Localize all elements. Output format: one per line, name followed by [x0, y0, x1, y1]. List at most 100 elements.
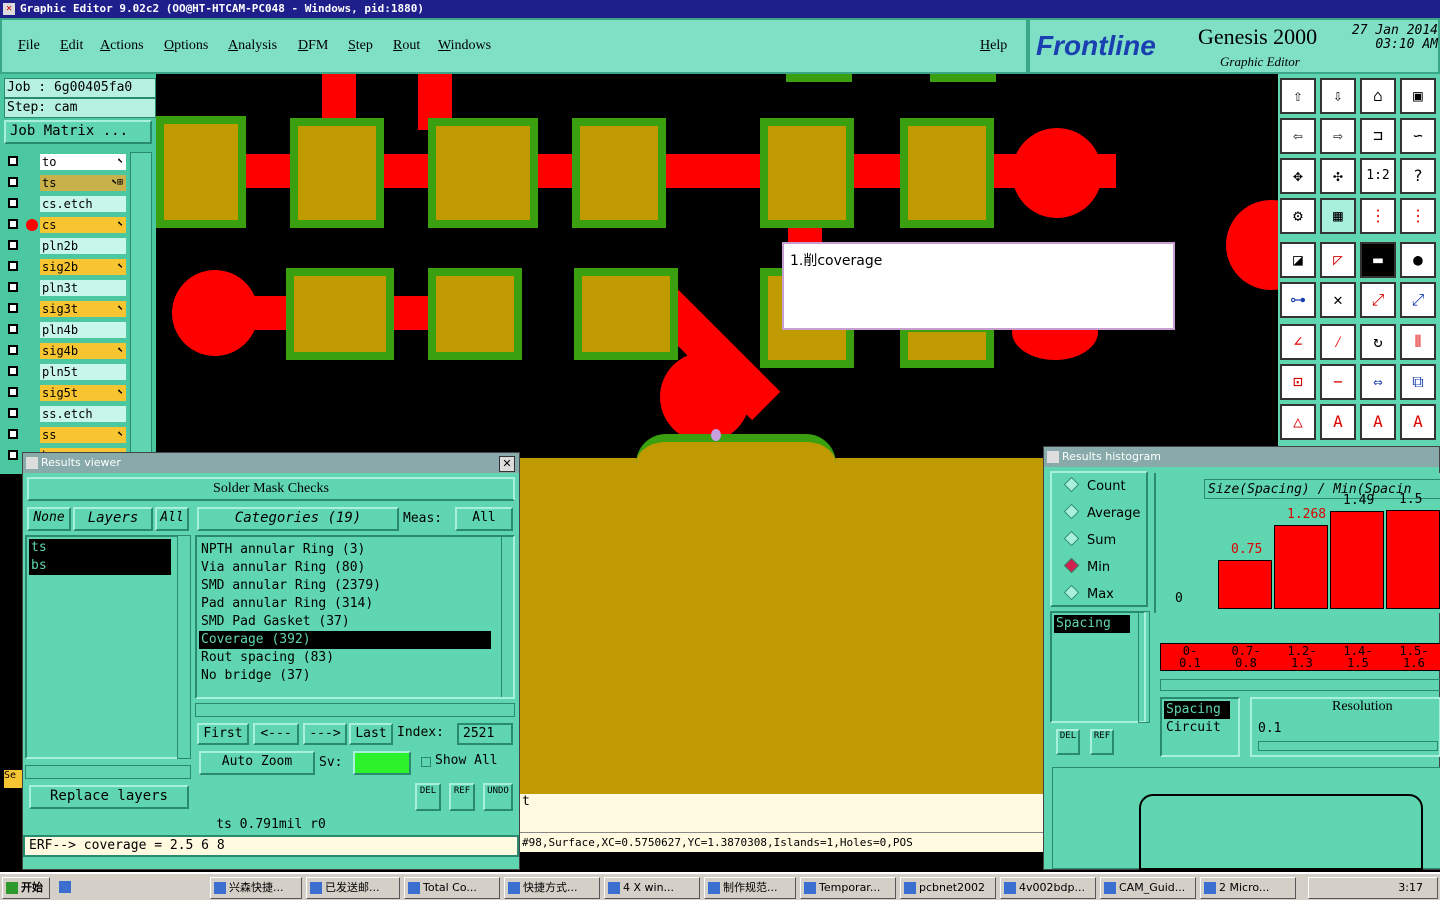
layer-checkbox[interactable]	[8, 345, 18, 355]
menu-windows[interactable]: Windows	[438, 38, 491, 54]
layers-button[interactable]: Layers	[73, 507, 153, 531]
layer-name[interactable]: sig5t ⬉	[40, 385, 126, 401]
list-item[interactable]: ts	[29, 539, 171, 557]
layer-name[interactable]: cs ⬉	[40, 217, 126, 233]
layer-row-cs-etch[interactable]: cs.etch	[6, 196, 126, 212]
taskbar-item[interactable]: Total Co...	[404, 877, 500, 899]
split-icon[interactable]: ⫴	[1400, 324, 1436, 360]
layer-row-ss[interactable]: ss ⬉	[6, 427, 126, 443]
auto-zoom-select[interactable]: Auto Zoom	[199, 751, 315, 775]
pad-icon[interactable]: ◪	[1280, 242, 1316, 278]
help-icon[interactable]: ?	[1400, 158, 1436, 194]
undo-button[interactable]: UNDO	[483, 783, 513, 811]
layer-checkbox[interactable]	[8, 303, 18, 313]
histogram-bar[interactable]	[1274, 525, 1328, 609]
category-item[interactable]: No bridge (37)	[199, 667, 491, 685]
layer-checkbox[interactable]	[8, 240, 18, 250]
pan-left-icon[interactable]: ⇦	[1280, 118, 1316, 154]
taskbar-item[interactable]: 已发送邮...	[306, 877, 400, 899]
sv-color-select[interactable]	[353, 751, 411, 775]
group-icon[interactable]: ⧉	[1400, 364, 1436, 400]
grid-icon[interactable]: ▦	[1320, 198, 1356, 234]
layer-checkbox[interactable]	[8, 219, 18, 229]
category-hscroll[interactable]	[195, 703, 515, 717]
layer-row-sig3t[interactable]: sig3t ⬉	[6, 301, 126, 317]
layer-checkbox[interactable]	[8, 282, 18, 292]
route-icon[interactable]: ⤢	[1360, 282, 1396, 318]
taskbar-item[interactable]: 4v002bdp...	[1000, 877, 1096, 899]
ref-button[interactable]: REF	[449, 783, 475, 811]
connect-icon[interactable]: ⊶	[1280, 282, 1316, 318]
layer-row-sig2b[interactable]: sig2b ⬉	[6, 259, 126, 275]
mode-radio-max[interactable]: Max	[1063, 584, 1114, 602]
layer-name[interactable]: cs.etch	[40, 196, 126, 212]
del-button[interactable]: DEL	[415, 783, 441, 811]
arc-icon[interactable]: ↻	[1360, 324, 1396, 360]
cross-icon[interactable]: ✕	[1320, 282, 1356, 318]
angle-icon[interactable]: ∠	[1280, 324, 1316, 360]
layer-row-sig5t[interactable]: sig5t ⬉	[6, 385, 126, 401]
histogram-bar[interactable]	[1386, 510, 1440, 609]
layer-list-scrollbar[interactable]	[177, 535, 191, 759]
categories-button[interactable]: Categories (19)	[197, 507, 399, 531]
taskbar-item[interactable]: 4 X win...	[604, 877, 700, 899]
layer-name[interactable]: sig3t ⬉	[40, 301, 126, 317]
layer-checkbox[interactable]	[8, 408, 18, 418]
menu-rout[interactable]: Rout	[393, 38, 420, 54]
category-item[interactable]: Rout spacing (83)	[199, 649, 491, 667]
category-item[interactable]: NPTH annular Ring (3)	[199, 541, 491, 559]
layer-row-pln2b[interactable]: pln2b	[6, 238, 126, 254]
resize-icon[interactable]: ⇔	[1360, 364, 1396, 400]
layer-name[interactable]: sig2b ⬉	[40, 259, 126, 275]
meas-select[interactable]: All	[455, 507, 513, 531]
layer-name[interactable]: pln3t	[40, 280, 126, 296]
resolution-slider[interactable]	[1258, 741, 1438, 751]
measure2-icon[interactable]: ⋮	[1400, 198, 1436, 234]
menu-edit[interactable]: Edit	[60, 38, 83, 54]
snap-icon[interactable]: ⚙	[1280, 198, 1316, 234]
layer-name[interactable]: pln2b	[40, 238, 126, 254]
line-icon[interactable]: ◸	[1320, 242, 1356, 278]
layer-checkbox[interactable]	[8, 324, 18, 334]
layer-name[interactable]: ss ⬉	[40, 427, 126, 443]
layer-row-ts[interactable]: ts ⬉⊞	[6, 175, 126, 191]
layer-checkbox[interactable]	[8, 198, 18, 208]
menu-dfm[interactable]: DFM	[298, 38, 328, 54]
taskbar-item[interactable]: 快捷方式...	[504, 877, 600, 899]
next-button[interactable]: --->	[303, 723, 347, 745]
category-item[interactable]: Pad annular Ring (314)	[199, 595, 491, 613]
error-marker[interactable]	[711, 429, 721, 441]
list-item[interactable]: Circuit	[1164, 719, 1230, 737]
prev-button[interactable]: <---	[253, 723, 299, 745]
layer-name[interactable]: sig4b ⬉	[40, 343, 126, 359]
rotate-icon[interactable]: ∽	[1400, 118, 1436, 154]
quick-launch[interactable]	[56, 877, 206, 899]
layer-scrollbar[interactable]	[130, 152, 152, 472]
category-item[interactable]: Via annular Ring (80)	[199, 559, 491, 577]
dash-icon[interactable]: −	[1320, 364, 1356, 400]
layer-row-to[interactable]: to ⬉	[6, 154, 126, 170]
surface-icon[interactable]: ▬	[1360, 242, 1396, 278]
layer-row-pln5t[interactable]: pln5t	[6, 364, 126, 380]
layer-checkbox[interactable]	[8, 450, 18, 460]
category-item[interactable]: SMD annular Ring (2379)	[199, 577, 491, 595]
layer-name[interactable]: ts ⬉⊞	[40, 175, 126, 191]
list-item[interactable]: Spacing	[1054, 615, 1130, 633]
category-item[interactable]: SMD Pad Gasket (37)	[199, 613, 491, 631]
home-icon[interactable]: ⌂	[1360, 78, 1396, 114]
first-button[interactable]: First	[197, 723, 249, 745]
app-icon[interactable]: ✕	[3, 3, 15, 15]
layer-name[interactable]: ss.etch	[40, 406, 126, 422]
close-icon[interactable]: ✕	[499, 456, 515, 472]
mirror-icon[interactable]: ⊐	[1360, 118, 1396, 154]
taskbar-item[interactable]: pcbnet2002	[900, 877, 996, 899]
side-tab[interactable]: Se	[4, 770, 22, 788]
zoom-home-icon[interactable]: ⇧	[1280, 78, 1316, 114]
zoom-down-icon[interactable]: ⇩	[1320, 78, 1356, 114]
a-icon[interactable]: A	[1320, 404, 1356, 440]
layer-list-hscroll[interactable]	[25, 765, 191, 779]
type-list-scrollbar[interactable]	[1138, 611, 1150, 723]
category-item[interactable]: Coverage (392)	[199, 631, 491, 649]
menu-options[interactable]: Options	[164, 38, 208, 54]
mode-radio-average[interactable]: Average	[1063, 503, 1140, 521]
